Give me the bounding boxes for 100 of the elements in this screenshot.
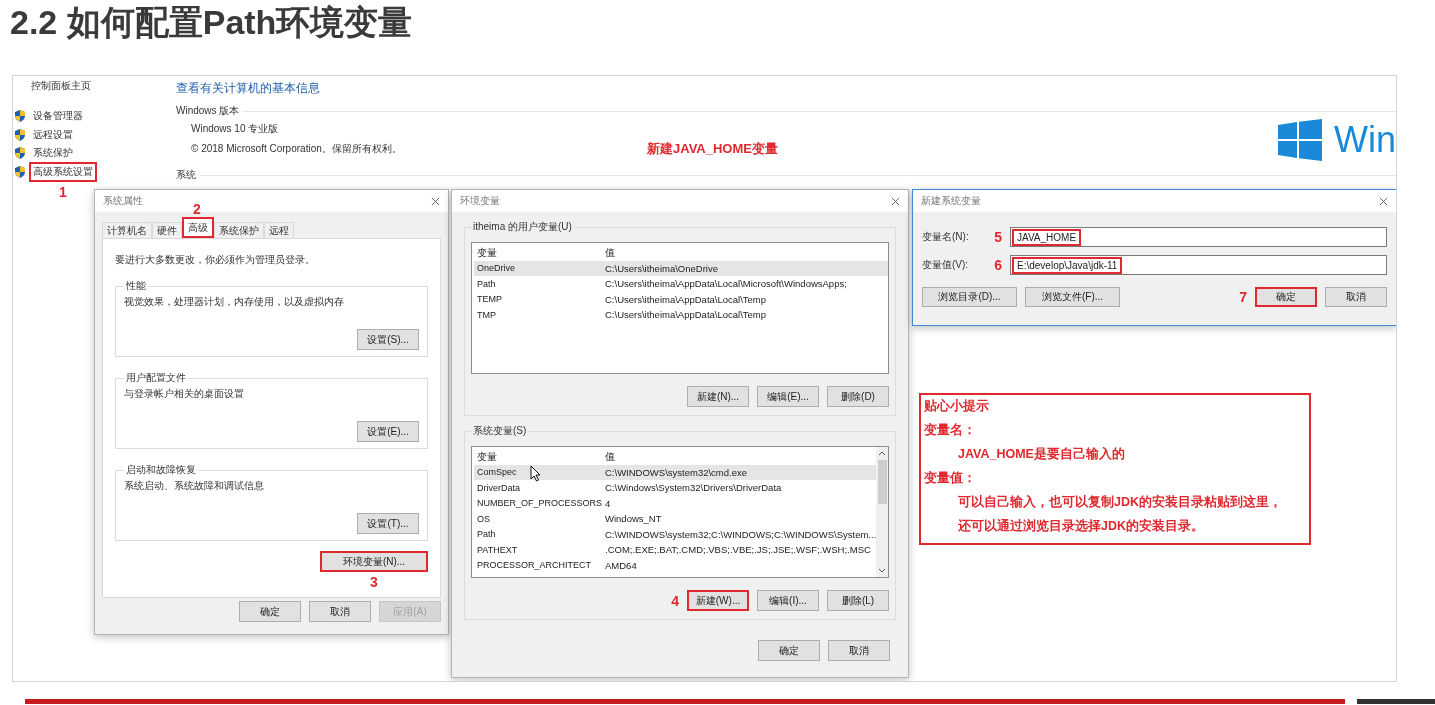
tip-heading: 变量名：: [924, 422, 977, 439]
dialog-button[interactable]: 取消: [1325, 287, 1387, 307]
close-icon: [431, 196, 440, 206]
dialog-button[interactable]: 新建(N)...: [687, 386, 749, 407]
group-description: 与登录帐户相关的桌面设置: [124, 387, 245, 401]
edition-text: Windows 10 专业版: [191, 122, 280, 135]
dialog-button[interactable]: 新建(W)...: [687, 590, 749, 611]
scroll-up-icon: [878, 451, 886, 456]
list-row[interactable]: ComSpec C:\WINDOWS\system32\cmd.exe: [474, 464, 876, 480]
list-row[interactable]: Path C:\Users\itheima\AppData\Local\Microsoft\WindowsApps;: [474, 276, 888, 292]
table-cell-text: C:\WINDOWS\system32\cmd.exe: [604, 466, 747, 478]
scroll-down-icon: [878, 568, 886, 573]
dialog-button[interactable]: 删除(D): [827, 386, 889, 407]
tip-heading: 变量值：: [924, 470, 977, 487]
windows-logo-icon: [1278, 119, 1322, 161]
table-cell-text: C:\Windows\System32\Drivers\DriverData: [604, 482, 782, 494]
dialog-button[interactable]: 取消: [828, 640, 890, 661]
list-row[interactable]: NUMBER_OF_PROCESSORS 4: [474, 495, 876, 511]
sidebar-link[interactable]: 控制面板主页: [31, 79, 91, 93]
table-cell-text: C:\Users\itheima\AppData\Local\Microsoft\WindowsApps;: [604, 278, 847, 290]
table-cell-text: C:\Users\itheima\AppData\Local\Temp: [604, 309, 767, 321]
tip-text: 可以自己输入，也可以复制JDK的安装目录粘贴到这里，: [957, 494, 1283, 511]
group-description: 系统启动、系统故障和调试信息: [124, 479, 265, 493]
dialog-button[interactable]: 删除(L): [827, 590, 889, 611]
list-row[interactable]: Path C:\WINDOWS\system32;C:\WINDOWS;C:\WINDOWS\System...: [474, 526, 876, 542]
dialog-button[interactable]: 设置(S)...: [357, 329, 419, 350]
dialog-button[interactable]: 确定: [758, 640, 820, 661]
window-title: 新建系统变量: [921, 194, 981, 208]
step-number: 7: [1239, 289, 1247, 305]
dialog-button[interactable]: 设置(T)...: [357, 513, 419, 534]
tab[interactable]: 硬件: [152, 222, 182, 238]
tab[interactable]: 远程: [264, 222, 294, 238]
table-cell-text: 4: [604, 497, 611, 509]
sidebar-link[interactable]: 设备管理器: [29, 106, 87, 127]
page-heading: 查看有关计算机的基本信息: [176, 80, 321, 97]
tab[interactable]: 计算机名: [102, 222, 152, 238]
copyright-text: © 2018 Microsoft Corporation。保留所有权利。: [191, 142, 402, 155]
tab[interactable]: 系统保护: [214, 222, 264, 238]
table-cell: OS: [477, 513, 490, 524]
dialog-button[interactable]: 确定: [239, 601, 301, 622]
table-cell-text: .COM;.EXE;.BAT;.CMD;.VBS;.VBE;.JS;.JSE;.WSF;.WSH;.MSC: [604, 544, 871, 556]
table-cell: OneDrive: [477, 263, 515, 274]
dialog-button[interactable]: 设置(E)...: [357, 421, 419, 442]
table-cell: PROCESSOR_ARCHITECT: [477, 560, 592, 571]
input-field[interactable]: JAVA_HOME: [1010, 227, 1387, 247]
dialog-button[interactable]: 浏览文件(F)...: [1025, 287, 1120, 307]
logo-text: Win: [1334, 119, 1396, 161]
section-label: Windows 版本: [176, 104, 240, 118]
shield-icon: [15, 147, 25, 160]
group-title: 性能: [125, 279, 147, 293]
sidebar-link[interactable]: 系统保护: [29, 143, 77, 164]
group-title: itheima 的用户变量(U): [472, 220, 573, 234]
dialog-button[interactable]: 编辑(E)...: [757, 386, 819, 407]
dialog-button[interactable]: 浏览目录(D)...: [922, 287, 1017, 307]
window-title: 环境变量: [460, 194, 500, 208]
table-cell: PATHEXT: [477, 544, 518, 555]
group-title: 用户配置文件: [125, 371, 187, 385]
list-row[interactable]: TMP C:\Users\itheima\AppData\Local\Temp: [474, 307, 888, 323]
list-row[interactable]: DriverData C:\Windows\System32\Drivers\DriverData: [474, 480, 876, 496]
sidebar-link[interactable]: 高级系统设置: [29, 161, 97, 182]
field-label: 变量值(V):: [922, 258, 970, 272]
table-cell-text: C:\Users\itheima\AppData\Local\Temp: [604, 293, 767, 305]
shield-icon: [15, 165, 25, 178]
dialog-button[interactable]: 确定: [1255, 287, 1317, 307]
list-row[interactable]: PATHEXT .COM;.EXE;.BAT;.CMD;.VBS;.VBE;.JS;.JSE;.WSF;.WSH;.MSC: [474, 542, 876, 558]
list-row[interactable]: PROCESSOR_ARCHITECT AMD64: [474, 557, 876, 573]
step-number: 1: [59, 183, 67, 200]
table-cell: NUMBER_OF_PROCESSORS: [477, 498, 603, 509]
scrollbar[interactable]: [876, 447, 888, 577]
group-description: 视觉效果，处理器计划，内存使用，以及虚拟内存: [124, 295, 345, 309]
group-title: 系统变量(S): [472, 424, 528, 438]
close-icon: [891, 196, 900, 206]
dialog-button[interactable]: 编辑(I)...: [757, 590, 819, 611]
input-field[interactable]: E:\develop\Java\jdk-11: [1010, 255, 1387, 275]
list-row[interactable]: OneDrive C:\Users\itheima\OneDrive: [474, 260, 888, 276]
column-header: 变量: [477, 245, 497, 260]
table-cell-text: C:\Users\itheima\OneDrive: [604, 262, 718, 274]
field-label: 变量名(N):: [922, 230, 970, 244]
table-cell: TMP: [477, 309, 496, 320]
list-row[interactable]: TEMP C:\Users\itheima\AppData\Local\Temp: [474, 291, 888, 307]
tip-title: 贴心小提示: [924, 398, 990, 415]
sidebar-link[interactable]: 远程设置: [29, 124, 77, 145]
cursor-icon: [530, 464, 541, 482]
step-number: 3: [370, 574, 378, 590]
column-header: 值: [604, 245, 615, 260]
table-cell: DriverData: [477, 482, 520, 493]
window-title: 系统属性: [103, 194, 143, 208]
tip-text: 还可以通过浏览目录选择JDK的安装目录。: [957, 518, 1205, 535]
notice-text: 要进行大多数更改，你必须作为管理员登录。: [115, 253, 316, 267]
table-cell: Path: [477, 529, 496, 540]
step-number: 5: [994, 229, 1002, 245]
table-cell: TEMP: [477, 294, 502, 305]
dialog-button[interactable]: 环境变量(N)...: [320, 551, 428, 572]
shield-icon: [15, 110, 25, 123]
list-row[interactable]: OS Windows_NT: [474, 511, 876, 527]
table-cell-text: Windows_NT: [604, 513, 662, 525]
table-cell: ComSpec: [477, 467, 517, 478]
dialog-button[interactable]: 取消: [309, 601, 371, 622]
tab[interactable]: 高级: [182, 217, 214, 238]
section-label: 系统: [176, 168, 196, 182]
